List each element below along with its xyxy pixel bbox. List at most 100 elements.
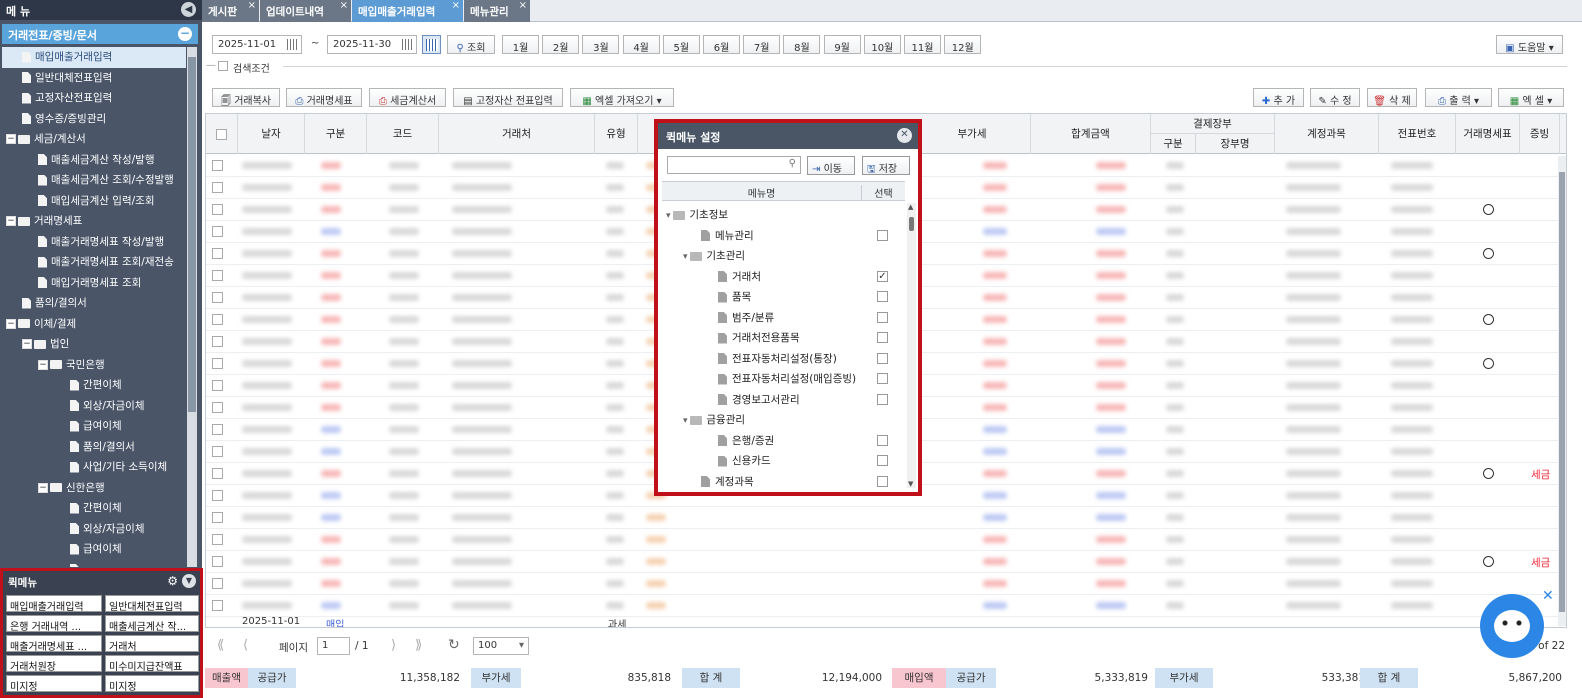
- first-page-icon[interactable]: ⟪: [217, 638, 224, 653]
- row-checkbox[interactable]: [212, 402, 223, 413]
- move-button[interactable]: ⇥ 이동: [807, 156, 855, 175]
- collapse-toggle-icon[interactable]: −: [6, 216, 16, 226]
- header-sub-book[interactable]: 장부명: [1196, 134, 1275, 154]
- menu-select-checkbox[interactable]: [877, 352, 888, 364]
- row-checkbox[interactable]: [212, 600, 223, 611]
- tab-menu-admin[interactable]: 메뉴관리 ×: [464, 0, 530, 22]
- quick-menu-item[interactable]: 미지정: [105, 675, 199, 692]
- menu-select-checkbox[interactable]: [877, 434, 888, 446]
- quick-menu-item[interactable]: 거래처: [105, 635, 199, 652]
- month-button[interactable]: 2월: [542, 35, 580, 54]
- close-icon[interactable]: ×: [340, 0, 348, 11]
- sidebar-item[interactable]: 매출거래명세표 작성/발행: [2, 232, 186, 253]
- row-checkbox[interactable]: [212, 204, 223, 215]
- sidebar-item[interactable]: 외상/자금이체: [2, 519, 186, 540]
- tab-board[interactable]: 게시판 ×: [202, 0, 259, 22]
- table-row[interactable]: [206, 507, 1566, 529]
- search-cond-toggle[interactable]: —: [206, 60, 216, 71]
- menu-tree-item[interactable]: 품목: [700, 287, 751, 308]
- menu-select-checkbox[interactable]: [877, 291, 888, 302]
- row-checkbox[interactable]: [212, 446, 223, 457]
- row-checkbox[interactable]: [212, 556, 223, 567]
- menu-tree-item[interactable]: ▾ 기초정보: [666, 205, 728, 226]
- sidebar-item[interactable]: 매출거래명세표 조회/재전송: [2, 252, 186, 273]
- sidebar-item[interactable]: − 이체/결제: [2, 314, 186, 335]
- menu-tree-item[interactable]: 범주/분류: [700, 308, 774, 329]
- table-row[interactable]: 세금: [206, 551, 1566, 573]
- header-voucher-no[interactable]: 전표번호: [1379, 114, 1456, 154]
- menu-tree-item[interactable]: 신용카드: [700, 451, 771, 472]
- month-button[interactable]: 6월: [703, 35, 740, 54]
- refresh-icon[interactable]: ↻: [448, 637, 460, 653]
- menu-select-checkbox[interactable]: [877, 311, 888, 323]
- menu-tree-item[interactable]: 은행/증권: [700, 431, 774, 452]
- expand-arrow-icon[interactable]: ▾: [683, 252, 690, 262]
- row-checkbox[interactable]: [212, 182, 223, 193]
- menu-tree-item[interactable]: 계정과목: [683, 472, 754, 493]
- expand-arrow-icon[interactable]: ▾: [666, 211, 673, 221]
- statement-button[interactable]: ⎙ 거래명세표: [286, 88, 362, 107]
- gear-icon[interactable]: ⚙: [167, 574, 178, 588]
- last-page-icon[interactable]: ⟫: [415, 638, 422, 653]
- row-checkbox[interactable]: [212, 380, 223, 391]
- dialog-scrollbar[interactable]: ▲ ▼: [907, 203, 916, 488]
- header-code[interactable]: 코드: [367, 114, 439, 154]
- menu-tree-item[interactable]: ▾ 기초관리: [683, 246, 745, 267]
- quick-menu-item[interactable]: 은행 거래내역 ...: [6, 615, 102, 632]
- row-checkbox[interactable]: [212, 534, 223, 545]
- header-category[interactable]: 유형: [595, 114, 638, 154]
- sidebar-item[interactable]: 일반대체전표입력: [2, 68, 186, 89]
- month-button[interactable]: 3월: [582, 35, 620, 54]
- header-account[interactable]: 계정과목: [1275, 114, 1379, 154]
- row-checkbox[interactable]: [212, 270, 223, 281]
- sidebar-item[interactable]: 매입거래명세표 조회: [2, 273, 186, 294]
- menu-tree-item[interactable]: 거래처전용품목: [700, 328, 800, 349]
- row-checkbox[interactable]: [212, 226, 223, 237]
- quick-menu-item[interactable]: 매출거래명세표 ...: [6, 635, 102, 652]
- month-button[interactable]: 1월: [502, 35, 539, 54]
- prev-page-icon[interactable]: ⟨: [243, 638, 248, 653]
- calendar-icon[interactable]: [287, 39, 298, 50]
- add-button[interactable]: ✚ 추 가: [1253, 88, 1304, 107]
- sidebar-item[interactable]: 급여이체: [2, 416, 186, 437]
- sidebar-item[interactable]: 급여이체: [2, 539, 186, 560]
- collapse-toggle-icon[interactable]: −: [6, 134, 16, 144]
- quick-menu-item[interactable]: 미수미지급잔액표: [105, 655, 199, 672]
- excel-button[interactable]: ▦ 엑 셀 ▾: [1498, 88, 1564, 107]
- print-button[interactable]: ⎙ 출 력 ▾: [1425, 88, 1492, 107]
- row-checkbox[interactable]: [212, 468, 223, 479]
- collapse-toggle-icon[interactable]: −: [22, 339, 32, 349]
- sidebar-item[interactable]: 간편이체: [2, 375, 186, 396]
- fixed-asset-button[interactable]: ▤ 고정자산 전표입력: [453, 88, 563, 107]
- date-to-input[interactable]: 2025-11-30: [327, 35, 417, 54]
- menu-select-checkbox[interactable]: ✓: [877, 270, 888, 282]
- menu-tree-item[interactable]: 메뉴관리: [683, 226, 754, 247]
- header-select-all[interactable]: [206, 114, 238, 154]
- grid-scrollbar[interactable]: [1558, 156, 1566, 626]
- close-icon[interactable]: ×: [452, 0, 460, 11]
- header-total[interactable]: 합계금액: [1031, 114, 1151, 154]
- row-checkbox[interactable]: [212, 314, 223, 325]
- header-vat[interactable]: 부가세: [914, 114, 1031, 154]
- collapse-sidebar-icon[interactable]: ◀: [181, 2, 196, 17]
- menu-tree-item[interactable]: ▾ 금융관리: [683, 410, 745, 431]
- sidebar-item[interactable]: − 신한은행: [2, 478, 186, 499]
- sidebar-item[interactable]: 매입매출거래입력: [2, 47, 186, 68]
- tab-updates[interactable]: 업데이트내역 ×: [260, 0, 351, 22]
- quick-menu-item[interactable]: 미지정: [6, 675, 102, 692]
- row-checkbox[interactable]: [212, 578, 223, 589]
- quick-menu-item[interactable]: 매출세금계산 작...: [105, 615, 199, 632]
- calendar-button[interactable]: [422, 35, 441, 54]
- sidebar-item[interactable]: − 세금/계산서: [2, 129, 186, 150]
- month-button[interactable]: 5월: [662, 35, 700, 54]
- sidebar-item[interactable]: 간편이체: [2, 498, 186, 519]
- sidebar-category[interactable]: 거래전표/증빙/문서 −: [2, 24, 198, 44]
- next-page-icon[interactable]: ⟩: [391, 638, 396, 653]
- expand-arrow-icon[interactable]: ▾: [683, 416, 690, 426]
- date-from-input[interactable]: 2025-11-01: [212, 35, 302, 54]
- menu-search-input[interactable]: ⚲: [667, 156, 801, 174]
- collapse-toggle-icon[interactable]: −: [6, 318, 16, 329]
- quick-menu-item[interactable]: 매입매출거래입력: [6, 595, 102, 612]
- month-button[interactable]: 4월: [622, 35, 660, 54]
- close-icon[interactable]: ×: [519, 0, 527, 11]
